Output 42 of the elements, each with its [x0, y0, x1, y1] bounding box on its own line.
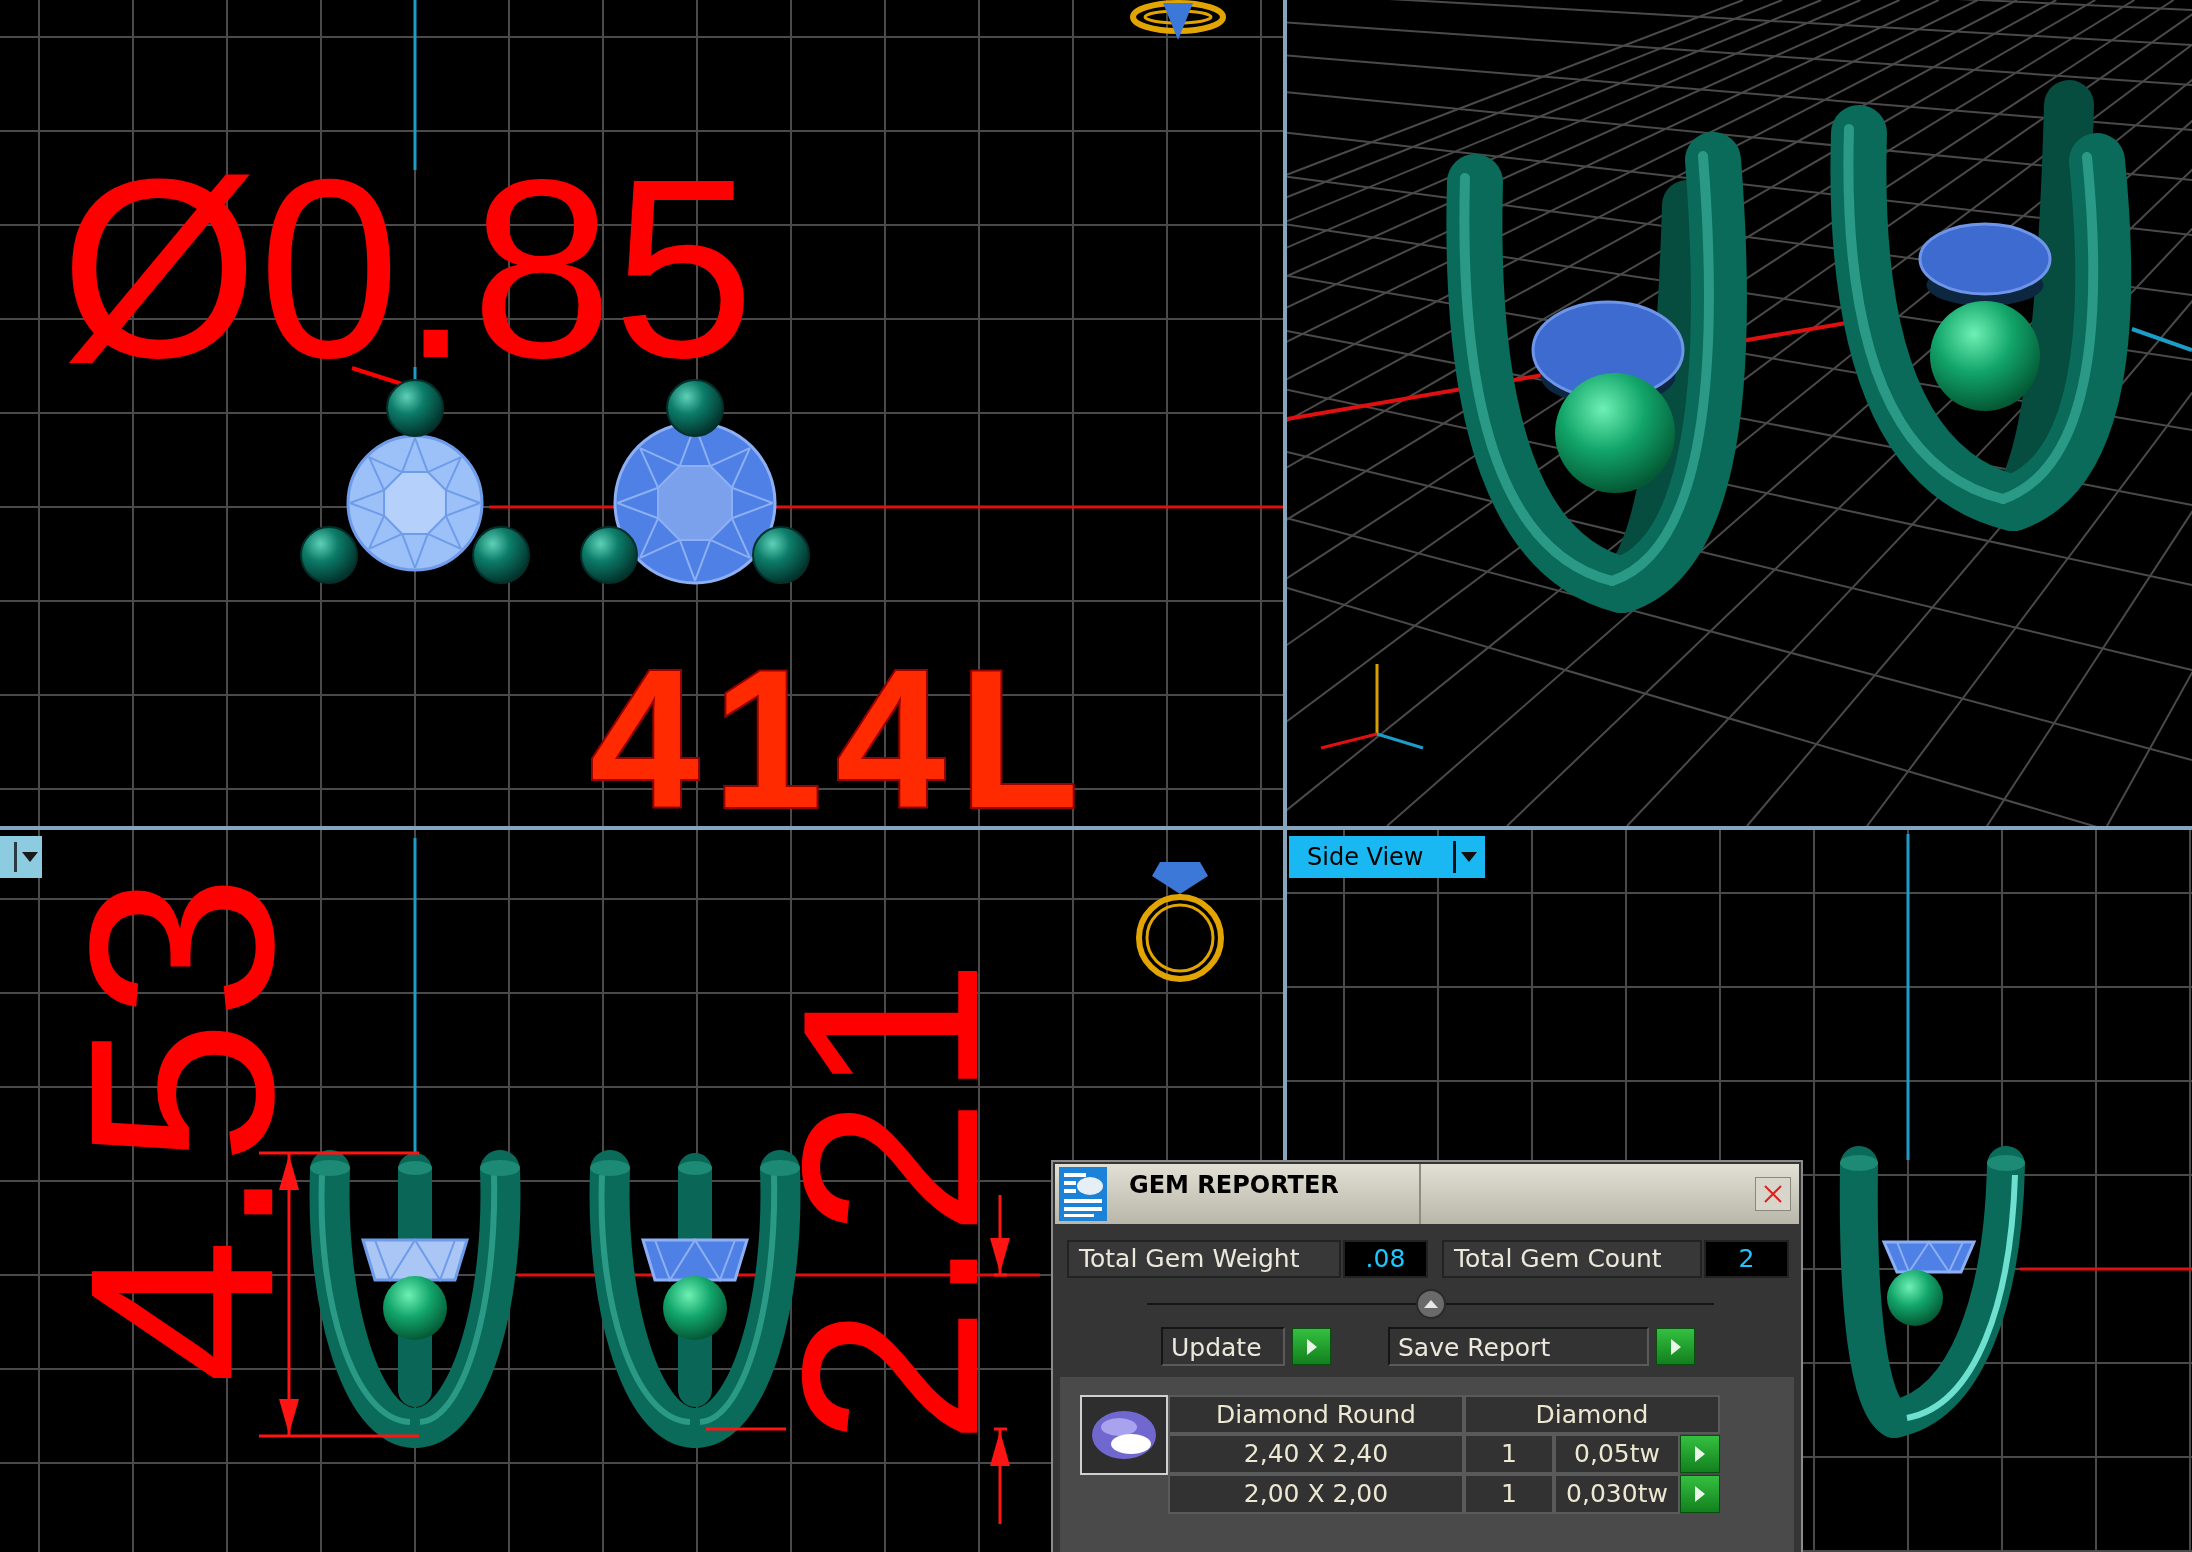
row-action-button[interactable]	[1680, 1435, 1720, 1473]
total-label: Total Gem Count	[1442, 1240, 1702, 1278]
play-icon	[1306, 1338, 1317, 1355]
view-dropdown[interactable]	[0, 836, 42, 878]
leader-line	[351, 366, 403, 386]
table-header-cell: Diamond Round	[1168, 1395, 1464, 1434]
table-cell: 0,05tw	[1554, 1434, 1680, 1474]
table-header-cell: Diamond	[1464, 1395, 1720, 1434]
collapse-button[interactable]	[1415, 1289, 1446, 1319]
caret-up-icon	[1423, 1300, 1438, 1308]
close-button[interactable]	[1755, 1177, 1791, 1211]
depth-axis-line	[2131, 327, 2192, 352]
run-button[interactable]	[1292, 1328, 1331, 1365]
table-cell: 2,00 X 2,00	[1168, 1474, 1464, 1514]
play-icon	[1695, 1486, 1705, 1502]
play-icon	[1695, 1446, 1705, 1462]
view-dropdown[interactable]: Side View	[1289, 836, 1485, 878]
close-icon	[1764, 1185, 1782, 1203]
dimension-label: 2.21	[791, 958, 991, 1446]
run-button[interactable]	[1656, 1328, 1695, 1365]
total-value: 2	[1704, 1240, 1789, 1278]
total-label: Total Gem Weight	[1067, 1240, 1341, 1278]
dimension-label: 4.53	[77, 874, 287, 1384]
model-label: 414L	[590, 662, 1093, 819]
gem-report-icon	[1059, 1167, 1107, 1221]
total-value: .08	[1343, 1240, 1428, 1278]
ring-icon	[1130, 0, 1226, 40]
diameter-label: Ø0.85	[60, 173, 755, 365]
caret-down-icon	[22, 852, 38, 862]
update-button[interactable]: Update	[1161, 1327, 1285, 1366]
play-icon	[1670, 1338, 1681, 1355]
table-cell: 2,40 X 2,40	[1168, 1434, 1464, 1474]
caret-down-icon	[1461, 852, 1477, 862]
row-action-button[interactable]	[1680, 1475, 1720, 1513]
table-cell: 0,030tw	[1554, 1474, 1680, 1514]
panel-title: GEM REPORTER	[1129, 1170, 1339, 1201]
table-cell: 1	[1464, 1474, 1554, 1514]
table-cell: 1	[1464, 1434, 1554, 1474]
save-report-button[interactable]: Save Report	[1388, 1327, 1649, 1366]
gem-icon	[1091, 1410, 1157, 1460]
ring-icon	[1136, 862, 1224, 982]
axis-icon	[1320, 664, 1424, 750]
